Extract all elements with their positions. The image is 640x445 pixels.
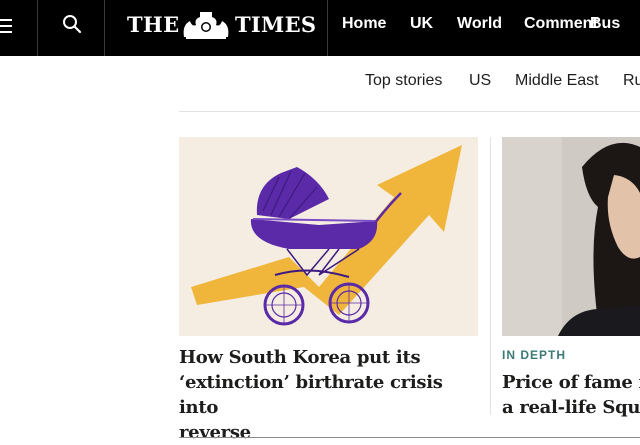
logo-word-the: THE bbox=[127, 12, 180, 37]
subnav-russia[interactable]: Ru bbox=[623, 72, 640, 90]
story-image-portrait[interactable] bbox=[502, 137, 640, 336]
the-times-logo[interactable]: THE TIMES bbox=[105, 0, 328, 56]
subnav-middle-east[interactable]: Middle East bbox=[515, 72, 599, 90]
nav-business[interactable]: Bus bbox=[590, 15, 620, 33]
royal-crest-icon bbox=[183, 12, 229, 39]
pram-illustration bbox=[191, 145, 462, 326]
subnav-us[interactable]: US bbox=[469, 72, 491, 90]
logo-word-times: TIMES bbox=[235, 12, 317, 37]
story-headline[interactable]: Price of fame in a real-life Squid bbox=[502, 370, 640, 420]
nav-world[interactable]: World bbox=[457, 15, 502, 33]
story-headline[interactable]: How South Korea put its ‘extinction’ bir… bbox=[179, 345, 479, 445]
menu-button[interactable] bbox=[0, 0, 38, 56]
divider bbox=[179, 111, 640, 112]
story-image-pram-arrow[interactable] bbox=[179, 137, 478, 336]
column-divider bbox=[490, 137, 491, 415]
nav-home[interactable]: Home bbox=[342, 15, 386, 33]
search-icon bbox=[63, 15, 82, 34]
headline-line: ‘extinction’ birthrate crisis into bbox=[179, 372, 443, 418]
hamburger-icon-line bbox=[0, 25, 12, 27]
hamburger-icon bbox=[0, 19, 12, 21]
headline-line: How South Korea put its bbox=[179, 347, 421, 368]
headline-line: a real-life Squid bbox=[502, 397, 640, 418]
top-navigation-bar: THE TIMES Home UK World Comment Bus bbox=[0, 0, 640, 56]
story-kicker: IN DEPTH bbox=[502, 348, 567, 362]
hamburger-icon-line bbox=[0, 31, 12, 33]
nav-uk[interactable]: UK bbox=[410, 15, 433, 33]
headline-line: reverse bbox=[179, 422, 251, 443]
nav-comment[interactable]: Comment bbox=[524, 15, 598, 33]
subnav-top-stories[interactable]: Top stories bbox=[365, 72, 442, 90]
divider bbox=[179, 437, 640, 438]
search-button[interactable] bbox=[38, 0, 105, 56]
headline-line: Price of fame in bbox=[502, 372, 640, 393]
portrait-photo bbox=[502, 137, 640, 336]
